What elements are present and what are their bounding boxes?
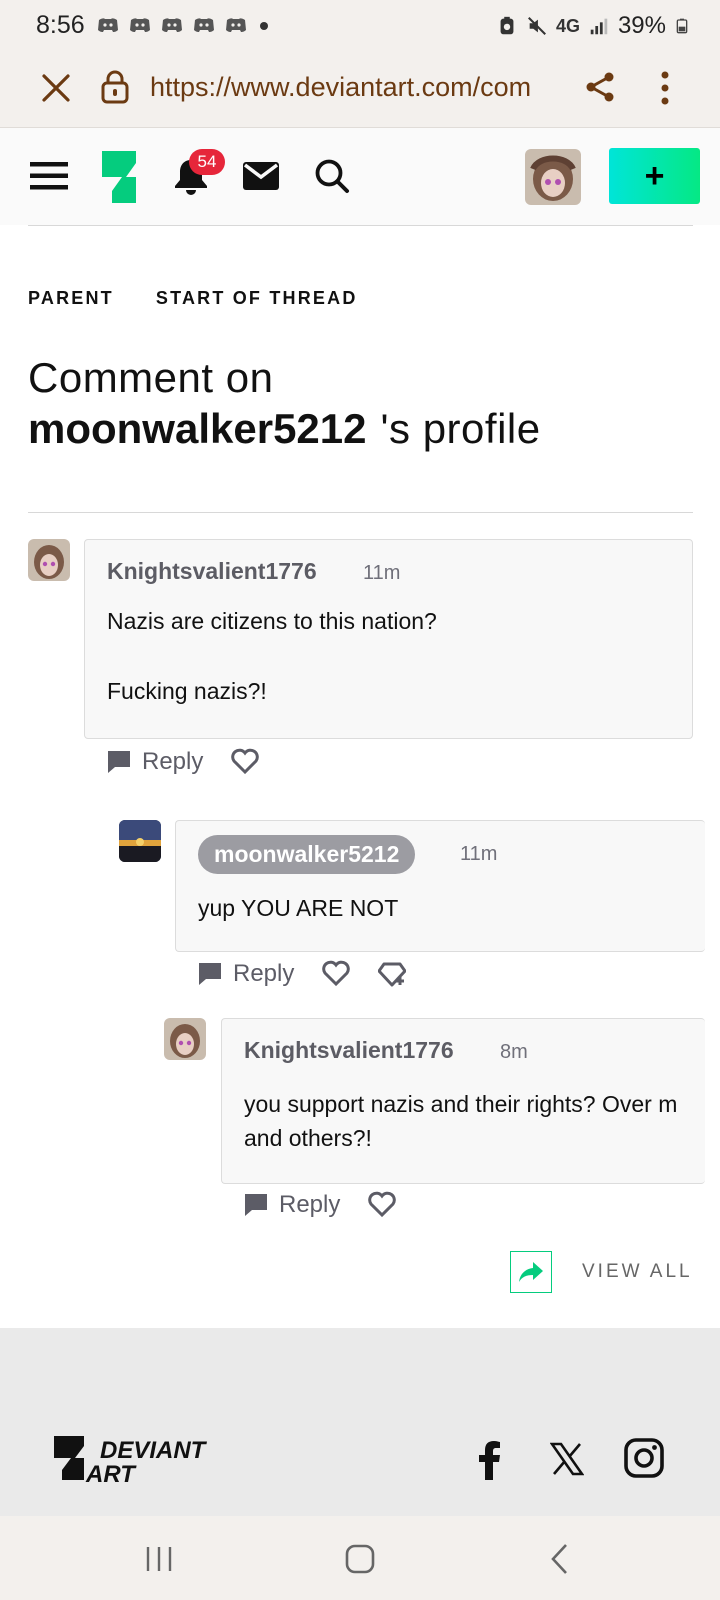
share-icon[interactable] (583, 70, 617, 104)
discord-icon (226, 18, 246, 32)
url-bar[interactable]: https://www.deviantart.com/com (150, 72, 556, 103)
reply-button[interactable]: Reply (243, 1191, 340, 1219)
heart-icon[interactable] (322, 960, 351, 988)
mail-icon[interactable] (243, 162, 279, 190)
view-all-row: VIEW ALL (510, 1251, 693, 1293)
comment-icon (199, 963, 221, 985)
comment-avatar[interactable] (119, 820, 161, 862)
comment-text: yup YOU ARE NOT (198, 895, 399, 921)
reply-label: Reply (142, 748, 204, 775)
footer-logo-text: ART (85, 1461, 137, 1488)
comment-avatar[interactable] (28, 539, 70, 581)
more-vert-icon[interactable] (648, 68, 682, 108)
mute-icon (527, 17, 546, 35)
comment-time[interactable]: 11m (460, 843, 497, 866)
avatar-image (164, 1018, 206, 1060)
avatar-image (119, 820, 161, 862)
browser-toolbar: https://www.deviantart.com/com (0, 52, 720, 128)
reply-button[interactable]: Reply (197, 960, 294, 988)
more-notifications-dot (260, 22, 268, 30)
heart-icon[interactable] (368, 1191, 397, 1219)
notification-badge[interactable]: 54 (189, 149, 225, 175)
gem-plus-icon[interactable] (378, 960, 407, 988)
create-label: + (644, 157, 665, 195)
discord-icon (130, 18, 150, 32)
recent-apps-icon[interactable] (142, 1542, 176, 1576)
notification-icons (96, 14, 268, 38)
comment-actions: Reply (197, 960, 407, 988)
battery-percent: 39% (617, 12, 666, 39)
status-bar: 8:56 4G 39% (0, 0, 720, 52)
start-of-thread-link[interactable]: START OF THREAD (156, 288, 358, 309)
close-icon[interactable] (38, 70, 74, 106)
discord-icon (98, 18, 118, 32)
signal-icon (590, 18, 608, 35)
comment-actions: Reply (243, 1191, 397, 1219)
lock-icon[interactable] (100, 69, 130, 105)
comment-card: Knightsvalient1776 11m Nazis are citizen… (84, 539, 693, 739)
status-right: 4G 39% (496, 12, 690, 40)
view-all-link[interactable]: VIEW ALL (582, 1261, 693, 1283)
search-icon[interactable] (314, 158, 350, 194)
heart-icon[interactable] (231, 748, 260, 776)
divider (28, 512, 693, 513)
home-icon[interactable] (343, 1542, 377, 1576)
status-time: 8:56 (36, 11, 85, 39)
comment-card: moonwalker5212 11m yup YOU ARE NOT (175, 820, 705, 952)
deviantart-logo-icon[interactable] (102, 151, 136, 203)
discord-icon (162, 18, 182, 32)
site-header: 54 + (0, 128, 720, 225)
facebook-icon[interactable] (474, 1440, 506, 1480)
comment-card: Knightsvalient1776 8m you support nazis … (221, 1018, 705, 1184)
system-navigation-bar (0, 1516, 720, 1600)
divider (28, 225, 693, 226)
discord-icon (194, 18, 214, 32)
comment-text: you support nazis and their rights? Over… (244, 1091, 678, 1117)
user-avatar[interactable] (525, 149, 581, 205)
reply-label: Reply (279, 1191, 341, 1218)
reply-label: Reply (233, 960, 295, 987)
comment-icon (108, 751, 130, 773)
deviantart-wordmark-logo[interactable]: DEVIANT ART (54, 1436, 234, 1488)
instagram-icon[interactable] (624, 1438, 664, 1478)
avatar-image (525, 149, 581, 205)
page-title-line2: moonwalker5212 's profile (28, 405, 541, 453)
comment-text: Fucking nazis?! (107, 678, 267, 704)
share-thread-button[interactable] (510, 1251, 552, 1293)
comment-text: Nazis are citizens to this nation? (107, 608, 437, 634)
site-footer: DEVIANT ART (0, 1328, 720, 1516)
comment-time[interactable]: 11m (363, 562, 400, 585)
profile-suffix: 's profile (380, 405, 541, 452)
network-type: 4G (555, 15, 580, 36)
thread-navigation: PARENT START OF THREAD (28, 288, 358, 309)
hamburger-icon[interactable] (30, 161, 68, 191)
back-icon[interactable] (544, 1542, 578, 1576)
comment-avatar[interactable] (164, 1018, 206, 1060)
avatar-image (28, 539, 70, 581)
page-title-line1: Comment on (28, 354, 274, 401)
create-button[interactable]: + (609, 148, 700, 204)
comment-author[interactable]: Knightsvalient1776 (244, 1037, 454, 1064)
comment-author[interactable]: moonwalker5212 (198, 835, 416, 874)
comment-time[interactable]: 8m (500, 1041, 528, 1064)
share-arrow-icon (519, 1262, 543, 1282)
comment-text: and others?! (244, 1125, 372, 1151)
parent-link[interactable]: PARENT (28, 288, 114, 309)
x-icon[interactable] (550, 1442, 584, 1476)
footer-logo-text: DEVIANT (100, 1437, 208, 1464)
profile-name-link[interactable]: moonwalker5212 (28, 405, 367, 452)
comment-author[interactable]: Knightsvalient1776 (107, 558, 317, 585)
reply-button[interactable]: Reply (106, 748, 203, 776)
battery-icon (676, 18, 688, 34)
comment-icon (245, 1194, 267, 1216)
battery-saver-icon (500, 16, 514, 35)
comment-actions: Reply (106, 748, 260, 776)
